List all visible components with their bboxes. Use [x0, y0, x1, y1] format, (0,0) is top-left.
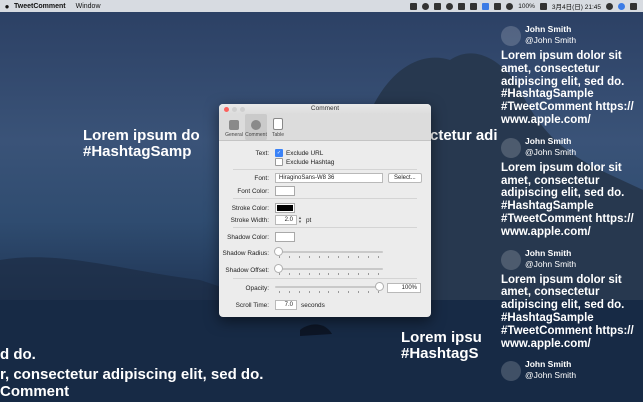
exclude-url-checkbox[interactable]: ✓: [275, 149, 283, 157]
text-input-icon[interactable]: [482, 2, 490, 10]
divider: [233, 227, 417, 228]
font-color-label: Font Color:: [237, 187, 269, 195]
stroke-width-label: Stroke Width:: [230, 216, 269, 224]
shadow-radius-label: Shadow Radius:: [222, 249, 269, 257]
tweet-author-handle: @John Smith: [525, 146, 577, 157]
stroke-width-stepper[interactable]: ▲ ▼: [298, 216, 302, 224]
tweet-item: John Smith @John Smith: [501, 359, 643, 382]
scrolling-comment: #HashtagSamp: [83, 143, 192, 160]
slider-knob[interactable]: [275, 265, 282, 272]
scrolling-comment: Comment: [0, 383, 70, 400]
scroll-time-label: Scroll Time:: [235, 301, 269, 309]
battery-icon[interactable]: [539, 2, 547, 10]
avatar: [501, 137, 521, 158]
menu-bar: ● TweetComment Window 100% 3月4日(日) 21:45: [0, 0, 643, 12]
stroke-unit: pt: [306, 216, 312, 224]
battery-percent: 100%: [518, 2, 535, 10]
preferences-toolbar: General Comment Table: [219, 114, 431, 141]
tweet-body: Lorem ipsum dolor sit amet, consectetur …: [501, 161, 634, 238]
shadow-offset-label: Shadow Offset:: [225, 266, 269, 274]
dock-icon[interactable]: [410, 2, 418, 10]
shadow-color-well[interactable]: [275, 232, 295, 242]
title-bar[interactable]: Comment: [219, 104, 431, 114]
scrolling-comment: Lorem ipsu: [401, 329, 482, 346]
exclude-url-label: Exclude URL: [286, 149, 324, 157]
tweet-author-handle: @John Smith: [525, 35, 577, 45]
scrolling-comment: Lorem ipsum do: [83, 127, 200, 144]
bluetooth-icon[interactable]: [494, 2, 502, 10]
user-icon[interactable]: [618, 2, 625, 10]
tab-label: Comment: [245, 132, 267, 138]
avatar: [501, 249, 521, 270]
d-icon[interactable]: [446, 2, 454, 10]
font-field[interactable]: HiraginoSans-W8 36: [275, 173, 383, 183]
opacity-field[interactable]: 100%: [387, 283, 421, 293]
avatar: [501, 361, 521, 382]
wifi-icon[interactable]: [506, 2, 514, 10]
tab-comment[interactable]: Comment: [245, 114, 267, 140]
display-icon[interactable]: [470, 2, 478, 10]
tweet-item: John Smith @John Smith Lorem ipsum dolor…: [501, 248, 643, 351]
tweet-item: John Smith @John Smith Lorem ipsum dolor…: [501, 24, 643, 127]
stroke-color-label: Stroke Color:: [231, 204, 269, 212]
notification-center-icon[interactable]: [630, 2, 637, 10]
opacity-label: Opacity:: [245, 284, 269, 292]
shadow-offset-slider[interactable]: [275, 265, 383, 275]
preferences-window: Comment General Comment Table Text: ✓ Ex…: [219, 104, 431, 317]
tweet-author-name: John Smith: [525, 135, 572, 146]
tab-label: General: [225, 132, 243, 138]
spotlight-icon[interactable]: [606, 2, 613, 10]
font-color-well[interactable]: [275, 186, 295, 196]
tweet-body: Lorem ipsum dolor sit amet, consectetur …: [501, 50, 634, 126]
tweet-body: Lorem ipsum dolor sit amet, consectetur …: [501, 273, 634, 350]
drop-icon[interactable]: [422, 2, 430, 10]
scrolling-comment: ctetur adi: [430, 127, 498, 144]
clock[interactable]: 3月4日(日) 21:45: [552, 1, 601, 11]
tab-table[interactable]: Table: [267, 114, 289, 140]
scroll-time-field[interactable]: 7.0: [275, 300, 297, 310]
divider: [233, 198, 417, 199]
stroke-width-field[interactable]: 2.0: [275, 215, 297, 225]
table-icon: [273, 118, 283, 130]
minimize-button[interactable]: [232, 107, 237, 112]
close-button[interactable]: [224, 107, 229, 112]
divider: [233, 278, 417, 279]
scrolling-comment: d do.: [0, 346, 36, 363]
general-switch-icon: [229, 120, 239, 130]
font-label: Font:: [254, 174, 269, 182]
tab-label: Table: [272, 132, 284, 138]
scroll-time-unit: seconds: [301, 301, 325, 309]
text-label: Text:: [255, 149, 270, 157]
exclude-hashtag-checkbox[interactable]: [275, 158, 283, 166]
avatar: [501, 26, 521, 46]
scrolling-comment: #HashtagS: [401, 345, 479, 362]
apple-menu-icon[interactable]: ●: [0, 2, 14, 11]
opacity-slider[interactable]: [275, 283, 383, 293]
airplay-icon[interactable]: [458, 2, 466, 10]
window-title: Comment: [310, 105, 340, 112]
window-menu[interactable]: Window: [76, 3, 101, 10]
tweet-author-name: John Smith: [525, 24, 572, 34]
app-menu[interactable]: TweetComment: [14, 3, 66, 10]
tab-general[interactable]: General: [223, 114, 245, 140]
clipboard-icon[interactable]: [434, 2, 442, 10]
shadow-radius-slider[interactable]: [275, 248, 383, 258]
speech-bubble-icon: [251, 120, 261, 130]
tweet-item: John Smith @John Smith Lorem ipsum dolor…: [501, 136, 643, 239]
tweet-list: John Smith @John Smith Lorem ipsum dolor…: [501, 24, 643, 390]
shadow-color-label: Shadow Color:: [227, 233, 269, 241]
divider: [233, 169, 417, 170]
tweet-author-name: John Smith: [525, 359, 572, 370]
tweet-author-handle: @John Smith: [525, 370, 577, 381]
stroke-color-well[interactable]: [275, 203, 295, 213]
tweet-author-name: John Smith: [525, 247, 572, 258]
exclude-hashtag-label: Exclude Hashtag: [286, 158, 335, 166]
scrolling-comment: r, consectetur adipiscing elit, sed do.: [0, 366, 264, 383]
select-font-button[interactable]: Select...: [388, 173, 422, 183]
tweet-author-handle: @John Smith: [525, 258, 577, 269]
slider-knob[interactable]: [275, 248, 282, 255]
status-area: 100% 3月4日(日) 21:45: [410, 1, 643, 11]
zoom-button[interactable]: [240, 107, 245, 112]
slider-knob[interactable]: [376, 283, 383, 290]
